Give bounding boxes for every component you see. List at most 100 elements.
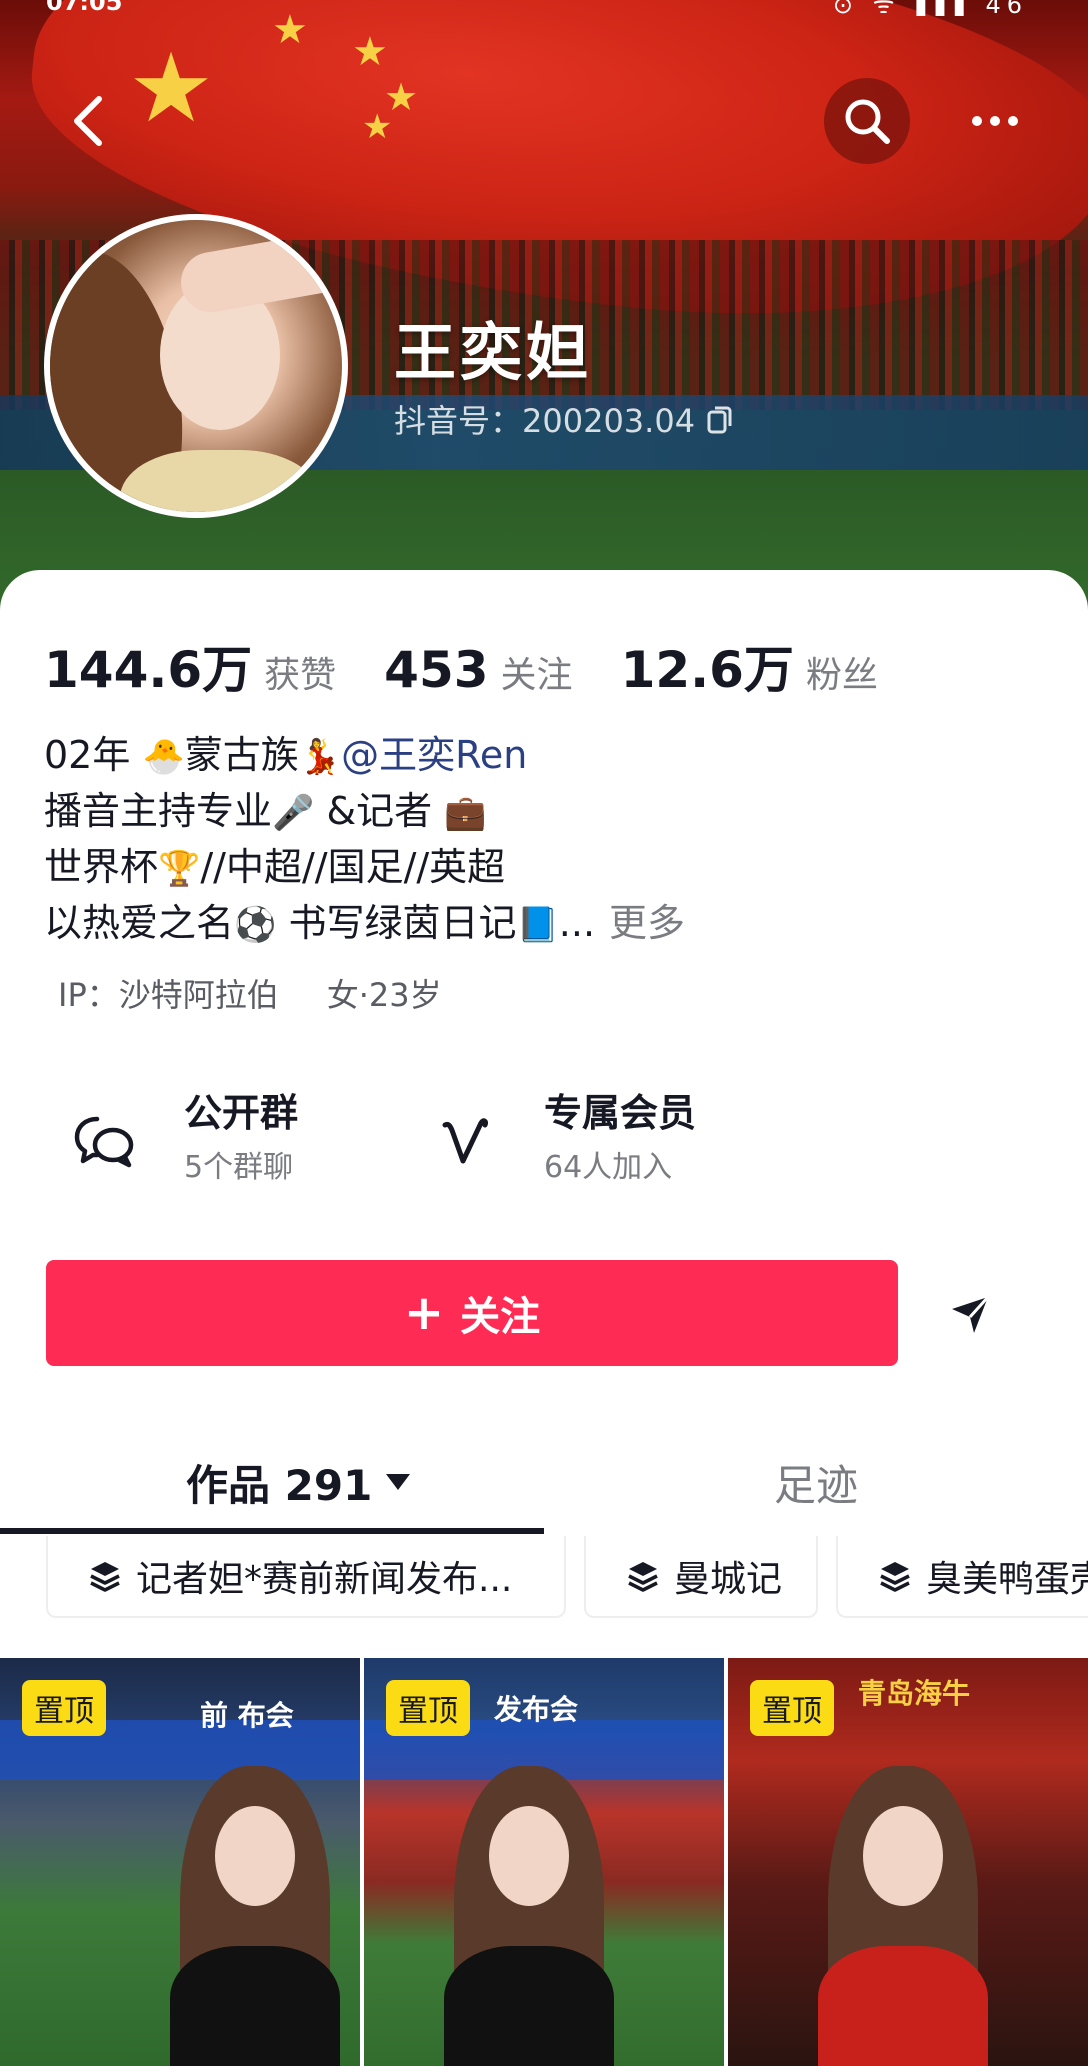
collection-stack-icon (90, 1562, 120, 1592)
bio-text: 世界杯 (44, 845, 159, 889)
video-thumbnail[interactable]: 置顶 发布会 (364, 1658, 724, 2066)
book-emoji-icon: 📘 (516, 905, 559, 945)
person-face (215, 1806, 295, 1906)
chick-emoji-icon: 🐣 (142, 737, 185, 777)
briefcase-emoji-icon: 💼 (444, 793, 487, 833)
tab-footprint[interactable]: 足迹 (774, 1430, 858, 1534)
v-icon (430, 1106, 500, 1176)
person-body (444, 1946, 614, 2066)
copy-icon[interactable] (707, 404, 733, 434)
stat-likes[interactable]: 144.6万 获赞 (44, 630, 336, 702)
thumbnail-person (160, 1766, 350, 2066)
exclusive-member-title: 专属会员 (544, 1091, 697, 1135)
bio-line: 世界杯🏆//中超//国足//英超 (44, 840, 685, 896)
microphone-emoji-icon: 🎤 (272, 793, 315, 833)
bio-text: 以热爱之名 (44, 901, 235, 945)
status-bar: 07:05 ⊙ ᯤ ▮▮▮ 46 (0, 0, 1088, 18)
pinned-badge: 置顶 (750, 1680, 834, 1736)
ip-location: IP：沙特阿拉伯 (58, 976, 279, 1014)
stat-value: 12.6万 (620, 641, 794, 699)
flag-star-icon: ★ (352, 29, 388, 75)
douyin-id-row[interactable]: 抖音号：200203.04 (394, 396, 733, 442)
trophy-emoji-icon: 🏆 (158, 849, 201, 889)
stat-value: 144.6万 (44, 641, 253, 699)
collection-stack-icon (880, 1562, 910, 1592)
collection-chip[interactable]: 臭美鸭蛋壳 (836, 1536, 1088, 1618)
thumbnail-person (434, 1766, 624, 2066)
public-group-text: 公开群 5个群聊 (184, 1086, 298, 1196)
person-face (863, 1806, 943, 1906)
soccer-ball-emoji-icon: ⚽ (234, 905, 277, 945)
pinned-badge: 置顶 (386, 1680, 470, 1736)
collection-stack-icon (628, 1562, 658, 1592)
stat-value: 453 (384, 641, 489, 699)
tab-works[interactable]: 作品 291 (186, 1430, 411, 1534)
status-time: 07:05 (46, 0, 123, 16)
thumbnail-caption: 青岛海牛 (858, 1677, 971, 1710)
video-thumbnail[interactable]: 置顶 前 布会 (0, 1658, 360, 2066)
bio-ellipsis: ... (558, 901, 596, 945)
plus-icon: + (403, 1285, 445, 1341)
person-body (818, 1946, 988, 2066)
exclusive-member-count: 64人加入 (544, 1150, 673, 1185)
stats-row: 144.6万 获赞 453 关注 12.6万 粉丝 (44, 630, 926, 699)
tab-works-label: 作品 291 (186, 1460, 373, 1510)
thumbnail-caption: 发布会 (494, 1693, 579, 1726)
person-body (170, 1946, 340, 2066)
collection-label: 臭美鸭蛋壳 (926, 1559, 1088, 1600)
follow-button[interactable]: + 关注 (46, 1260, 898, 1366)
public-group-entry[interactable]: 公开群 5个群聊 (70, 1086, 298, 1196)
douyin-id: 抖音号：200203.04 (394, 402, 696, 440)
person-face (489, 1806, 569, 1906)
thumbnail-person (808, 1766, 998, 2066)
dancer-emoji-icon: 💃 (298, 737, 342, 777)
bio[interactable]: 02年 🐣蒙古族💃@王奕Ren 播音主持专业🎤 &记者 💼 世界杯🏆//中超//… (44, 728, 685, 952)
stat-label: 粉丝 (805, 655, 878, 696)
collection-label: 曼城记 (674, 1559, 783, 1600)
content-tabs: 作品 291 足迹 (0, 1430, 1088, 1534)
more-button[interactable] (952, 78, 1038, 164)
exclusive-member-entry[interactable]: 专属会员 64人加入 (430, 1086, 696, 1196)
bio-text: &记者 (314, 789, 445, 833)
status-icons: ⊙ ᯤ ▮▮▮ 46 (832, 0, 1028, 18)
bio-text: //中超//国足//英超 (200, 845, 506, 889)
public-group-title: 公开群 (184, 1091, 299, 1135)
bio-line: 播音主持专业🎤 &记者 💼 (44, 784, 685, 840)
profile-name: 王奕妲 (394, 316, 593, 389)
bio-text: 蒙古族 (184, 733, 299, 777)
bio-more-link[interactable]: 更多 (609, 901, 685, 945)
back-button[interactable] (46, 78, 132, 164)
avatar-arm (176, 223, 342, 317)
bio-text: 播音主持专业 (44, 789, 273, 833)
tab-footprint-label: 足迹 (774, 1460, 859, 1510)
stat-label: 关注 (500, 655, 573, 696)
share-button[interactable] (940, 1285, 1000, 1345)
bio-mention-link[interactable]: @王奕Ren (341, 733, 527, 777)
stat-label: 获赞 (264, 655, 337, 696)
collections-row[interactable]: 记者妲*赛前新闻发布... 曼城记 臭美鸭蛋壳 (0, 1536, 1088, 1618)
chat-bubbles-icon (70, 1106, 140, 1176)
search-button[interactable] (824, 78, 910, 164)
flag-star-icon: ★ (128, 32, 215, 144)
avatar[interactable] (44, 214, 348, 518)
send-arrow-icon (952, 1295, 990, 1333)
follow-label: 关注 (460, 1294, 541, 1340)
video-thumbnail[interactable]: 置顶 青岛海牛 (728, 1658, 1088, 2066)
collection-chip[interactable]: 曼城记 (584, 1536, 818, 1618)
stat-followers[interactable]: 12.6万 粉丝 (621, 630, 878, 702)
stat-following[interactable]: 453 关注 (384, 641, 572, 699)
bio-text: 书写绿茵日记 (276, 901, 517, 945)
bio-text: 02年 (44, 733, 143, 777)
caret-down-icon[interactable] (386, 1474, 411, 1490)
thumbnail-caption: 前 布会 (200, 1699, 294, 1732)
exclusive-member-text: 专属会员 64人加入 (544, 1086, 696, 1196)
more-dot-icon (972, 116, 982, 126)
more-dot-icon (990, 116, 1000, 126)
avatar-top (120, 450, 320, 512)
pinned-badge: 置顶 (22, 1680, 106, 1736)
more-dot-icon (1008, 116, 1018, 126)
collection-label: 记者妲*赛前新闻发布... (136, 1559, 513, 1600)
collection-chip[interactable]: 记者妲*赛前新闻发布... (46, 1536, 566, 1618)
bio-line: 02年 🐣蒙古族💃@王奕Ren (44, 728, 685, 784)
flag-star-icon: ★ (362, 107, 393, 147)
